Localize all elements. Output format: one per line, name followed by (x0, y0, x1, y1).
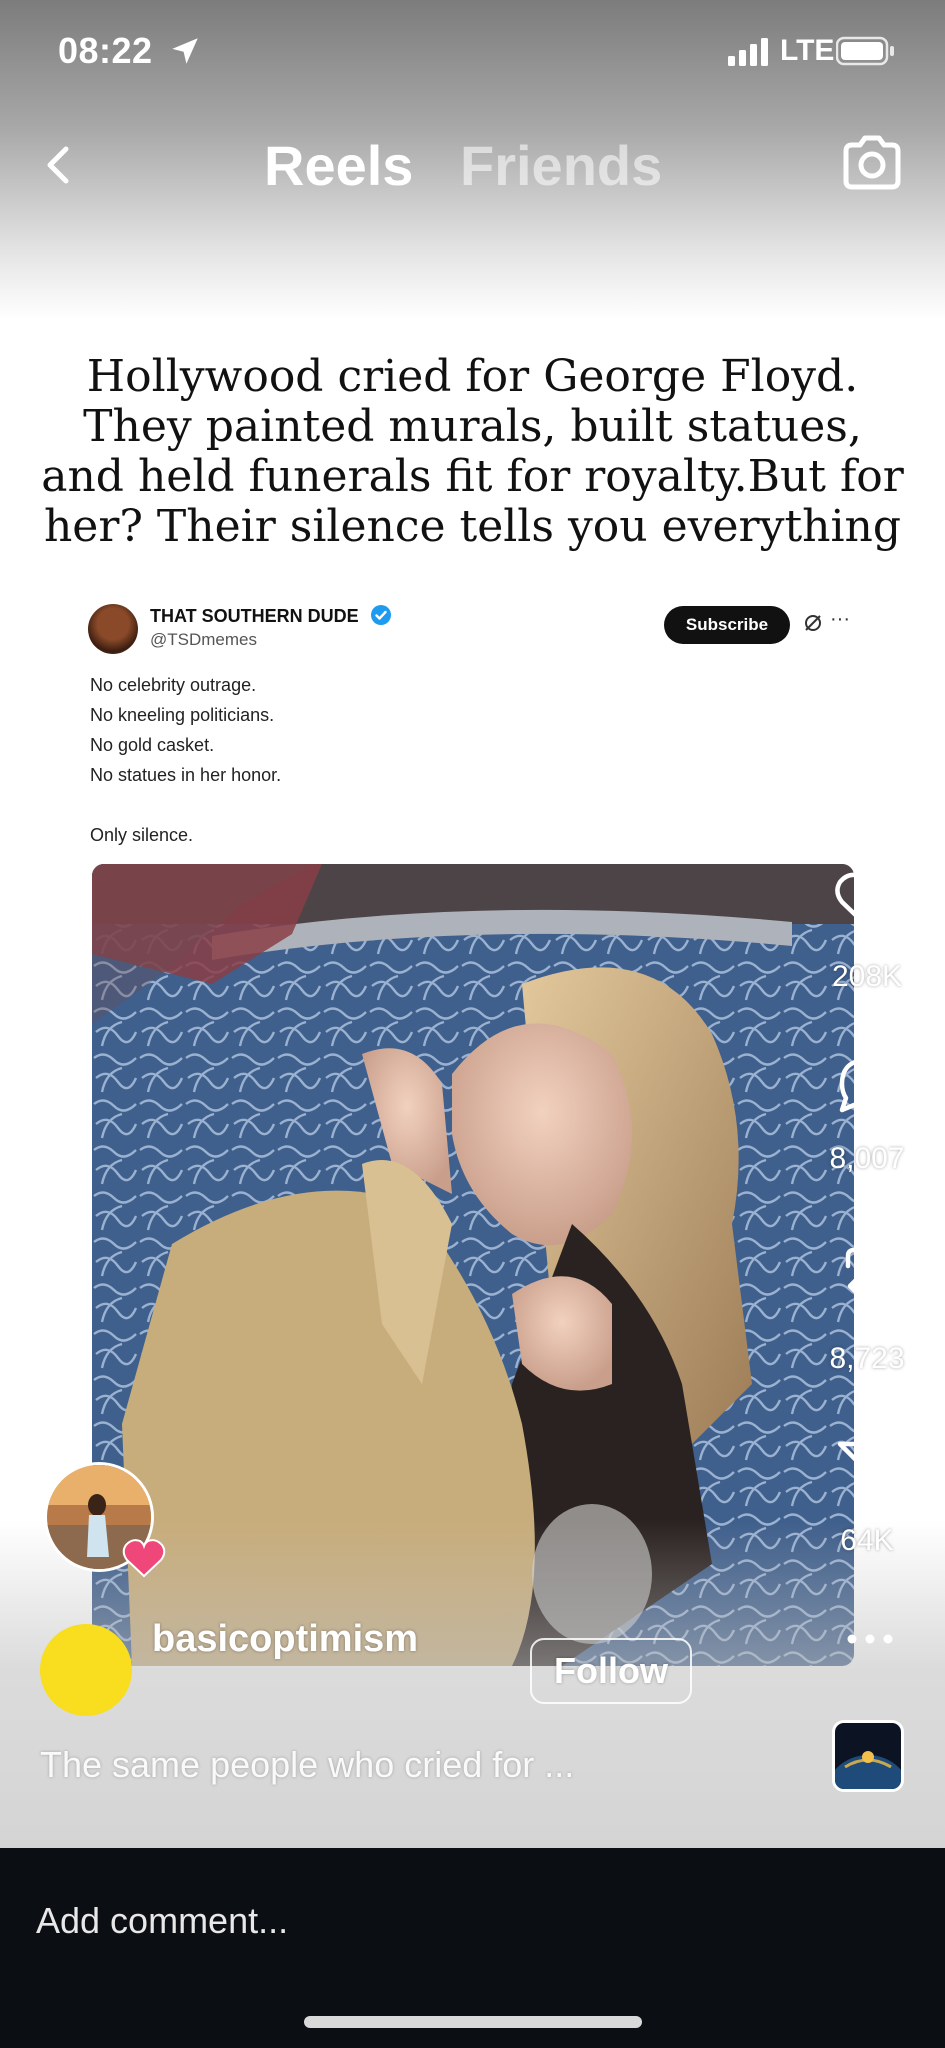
tab-reels[interactable]: Reels (264, 133, 413, 198)
tweet-line: No gold casket. (90, 735, 215, 755)
reel-headline: Hollywood cried for George Floyd. They p… (41, 351, 904, 552)
tweet-subscribe-button: Subscribe (664, 606, 790, 644)
audio-thumbnail[interactable] (832, 1720, 904, 1792)
author-avatar[interactable] (40, 1624, 132, 1716)
tab-friends[interactable]: Friends (460, 133, 662, 198)
location-arrow-icon (172, 38, 198, 64)
repost-count: 8,723 (829, 1342, 905, 1375)
tweet-line: Only silence. (90, 825, 194, 845)
tweet-line: No celebrity outrage. (90, 675, 257, 695)
tweet-body: No celebrity outrage. No kneeling politi… (90, 670, 650, 850)
status-bar: 08:22 LTE (0, 0, 945, 100)
tweet-line: No kneeling politicians. (90, 705, 275, 725)
author-username[interactable]: basicoptimism (152, 1618, 418, 1661)
signal-bars-icon (728, 38, 768, 66)
like-count: 208K (831, 960, 903, 993)
reels-header: Reels Friends (0, 115, 945, 215)
chevron-left-icon[interactable] (36, 135, 80, 195)
follow-button[interactable]: Follow (530, 1638, 692, 1704)
heart-icon[interactable] (834, 870, 900, 930)
home-indicator[interactable] (304, 2016, 642, 2028)
carrier-label: LTE (780, 34, 835, 67)
share-count: 64K (840, 1524, 894, 1557)
verified-badge-icon (371, 605, 391, 625)
camera-icon[interactable] (838, 129, 906, 197)
comment-icon[interactable] (836, 1054, 900, 1118)
heart-badge-icon (122, 1539, 166, 1578)
repost-icon[interactable] (836, 1236, 900, 1300)
tweet-author-avatar (88, 604, 138, 654)
status-time: 08:22 (58, 30, 153, 71)
grok-icon (805, 615, 821, 631)
comment-bar: Add comment... (0, 1848, 945, 2048)
send-icon[interactable] (836, 1438, 900, 1498)
tweet-author-name: THAT SOUTHERN DUDE (150, 606, 359, 626)
reel-caption[interactable]: The same people who cried for ... (40, 1744, 800, 1786)
comment-input[interactable]: Add comment... (36, 1900, 288, 1942)
battery-icon (836, 36, 894, 66)
more-options-icon[interactable] (842, 1624, 898, 1654)
tweet-more-icon: ··· (830, 608, 850, 630)
tweet-author-handle: @TSDmemes (150, 630, 257, 649)
comment-count: 8,007 (829, 1142, 905, 1175)
tweet-line: No statues in her honor. (90, 765, 282, 785)
